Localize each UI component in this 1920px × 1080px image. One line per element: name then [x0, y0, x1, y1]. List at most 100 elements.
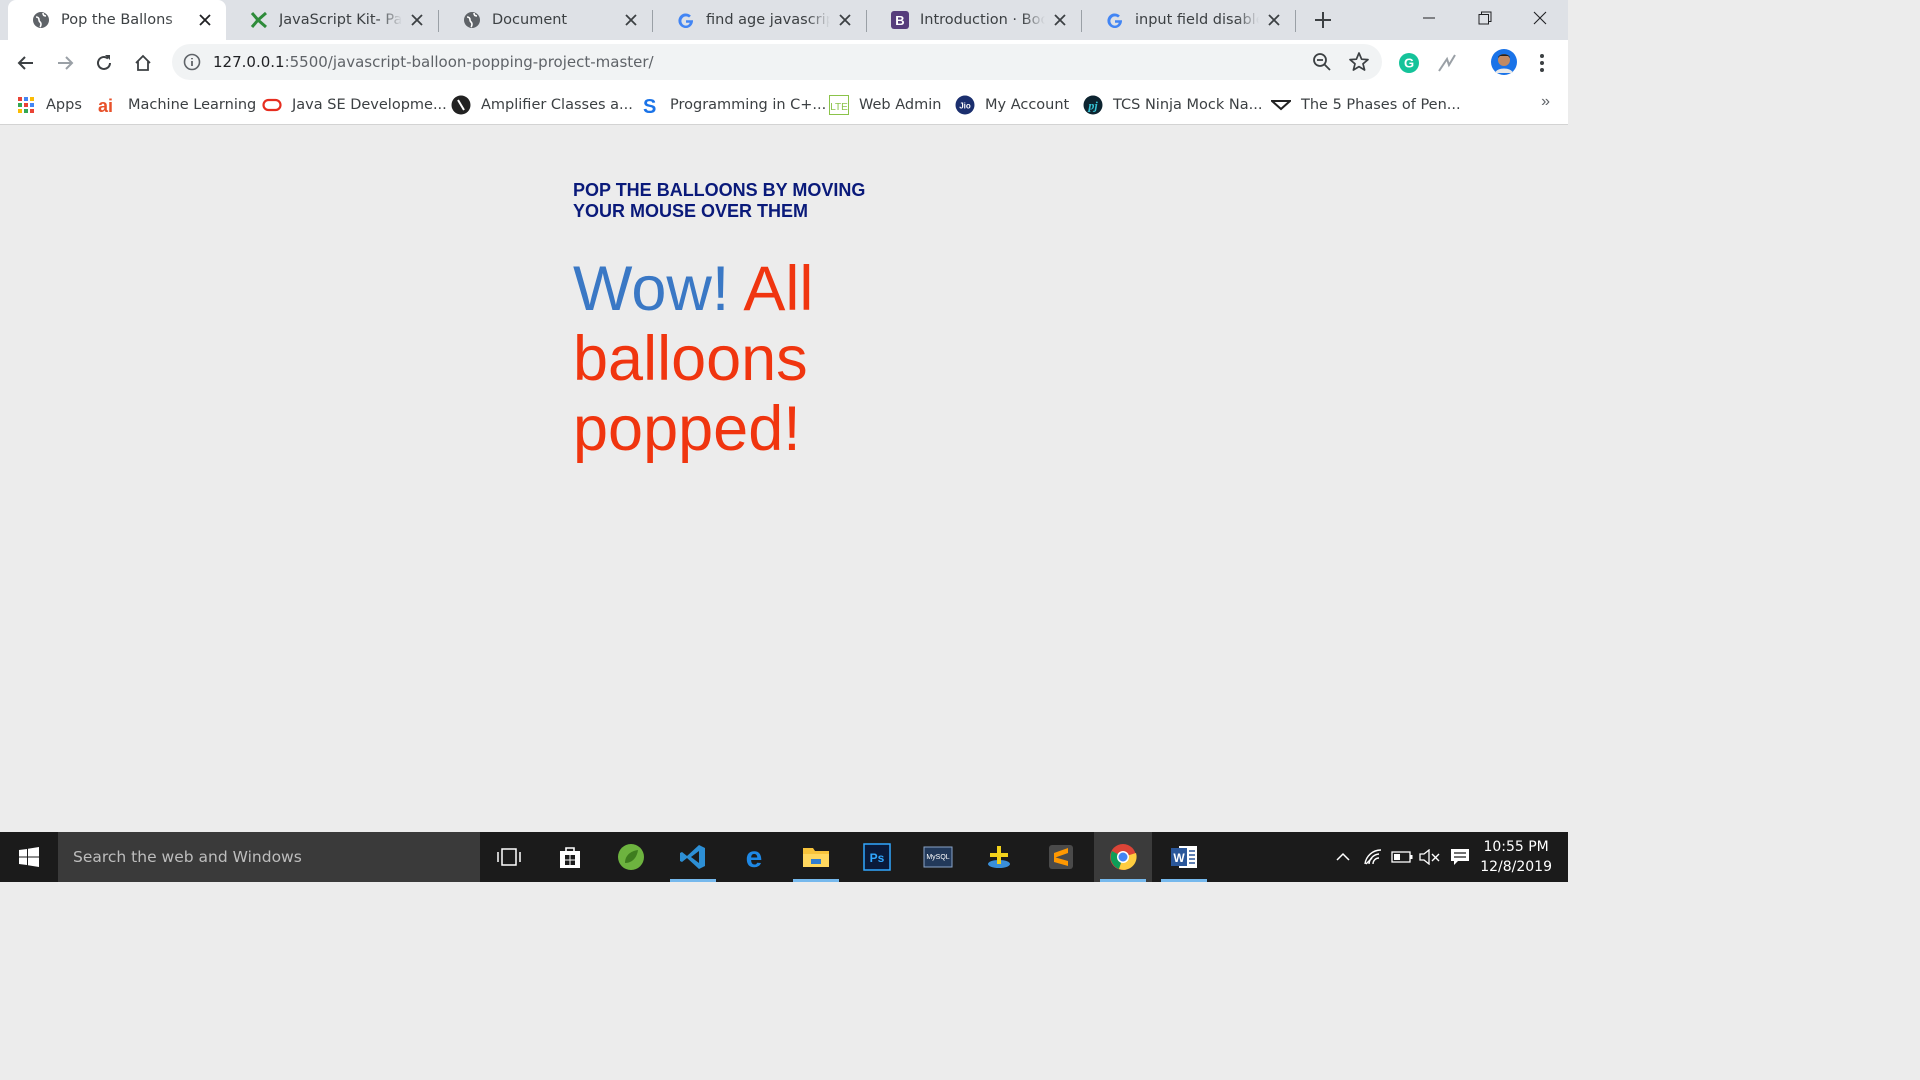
database-plus-icon [988, 846, 1010, 868]
bookmark-amplifier-classes[interactable]: Amplifier Classes a... [451, 93, 633, 117]
taskbar-search-box[interactable]: Search the web and Windows [58, 832, 480, 882]
sublime-icon [1049, 845, 1073, 869]
tab-document[interactable]: Document [439, 0, 652, 40]
photoshop-app[interactable]: Ps [848, 832, 906, 882]
s-icon: S [640, 95, 660, 115]
close-tab-icon[interactable] [836, 11, 854, 29]
restore-button[interactable] [1457, 0, 1513, 36]
mysql-app[interactable]: MySQL [909, 832, 967, 882]
chrome-menu-button[interactable] [1530, 51, 1554, 75]
svg-text:B: B [895, 13, 904, 28]
battery-tray-icon[interactable] [1389, 832, 1415, 882]
tab-javascript-kit[interactable]: JavaScript Kit- Passw [226, 0, 438, 40]
address-bar[interactable]: 127.0.0.1:5500/javascript-balloon-poppin… [172, 44, 1382, 80]
globe-icon [463, 11, 481, 29]
close-tab-icon[interactable] [1051, 11, 1069, 29]
close-window-button[interactable] [1512, 0, 1568, 36]
bookmark-label: Apps [46, 97, 82, 113]
sublime-text-app[interactable] [1032, 832, 1090, 882]
bookmark-phases-of-pen[interactable]: The 5 Phases of Pen... [1271, 93, 1461, 117]
extension-icon[interactable] [1435, 51, 1459, 75]
chrome-app[interactable] [1094, 832, 1152, 882]
task-view-button[interactable] [480, 832, 538, 882]
close-tab-icon[interactable] [408, 11, 426, 29]
back-button[interactable] [11, 48, 41, 78]
taskbar-clock[interactable]: 10:55 PM 12/8/2019 [1480, 837, 1552, 877]
google-icon [1106, 11, 1124, 29]
profile-avatar[interactable] [1490, 48, 1518, 76]
volume-tray-icon[interactable] [1417, 832, 1443, 882]
kebab-menu-icon [1540, 54, 1544, 72]
bootstrap-icon: B [891, 11, 909, 29]
svg-text:pj: pj [1087, 99, 1098, 113]
bookmark-machine-learning[interactable]: ai Machine Learning [98, 93, 256, 117]
jio-icon: Jio [955, 95, 975, 115]
svg-text:MySQL: MySQL [926, 854, 949, 861]
bookmark-my-account[interactable]: Jio My Account [955, 93, 1069, 117]
store-app[interactable] [541, 832, 599, 882]
instructions-heading: POP THE BALLOONS BY MOVING YOUR MOUSE OV… [573, 180, 866, 221]
windows-logo-icon [19, 847, 39, 867]
jskit-icon [250, 11, 268, 29]
network-tray-icon[interactable] [1360, 832, 1386, 882]
battery-icon [1391, 851, 1413, 863]
bookmarks-overflow-button[interactable]: » [1541, 93, 1550, 111]
bookmark-tcs-ninja[interactable]: pj TCS Ninja Mock Na... [1083, 93, 1262, 117]
tab-introduction-bootstrap[interactable]: B Introduction · Bootstr [867, 0, 1081, 40]
zoom-out-icon[interactable] [1312, 52, 1332, 72]
svg-text:Jio: Jio [959, 102, 971, 111]
minimize-icon [1423, 17, 1435, 19]
lte-icon: LTE [829, 95, 849, 115]
bookmark-apps[interactable]: Apps [16, 93, 82, 117]
bookmark-web-admin[interactable]: LTE Web Admin [829, 93, 941, 117]
start-button[interactable] [0, 832, 58, 882]
chevron-up-icon [1336, 852, 1350, 861]
action-center-button[interactable] [1447, 832, 1473, 882]
reload-button[interactable] [89, 48, 119, 78]
address-url[interactable]: 127.0.0.1:5500/javascript-balloon-poppin… [213, 53, 654, 71]
pj-icon: pj [1083, 95, 1103, 115]
bookmark-label: Java SE Developme... [292, 97, 447, 113]
bookmark-label: My Account [985, 97, 1070, 113]
bookmark-star-icon[interactable] [1348, 51, 1370, 73]
close-tab-icon[interactable] [196, 11, 214, 29]
edge-app[interactable]: e [725, 832, 783, 882]
close-tab-icon[interactable] [1265, 11, 1283, 29]
svg-text:Ps: Ps [870, 851, 885, 865]
database-app[interactable] [970, 832, 1028, 882]
volume-muted-icon [1419, 849, 1440, 865]
svg-text:S: S [643, 96, 656, 115]
search-placeholder: Search the web and Windows [73, 848, 302, 866]
tab-pop-the-ballons[interactable]: Pop the Ballons [8, 0, 226, 40]
info-icon [183, 53, 201, 71]
vscode-app[interactable] [664, 832, 722, 882]
show-hidden-icons-button[interactable] [1330, 832, 1356, 882]
chrome-icon [1110, 844, 1137, 870]
minimize-button[interactable] [1401, 0, 1457, 36]
phases-icon [1271, 95, 1291, 115]
word-icon: W [1171, 846, 1197, 868]
svg-text:W: W [1173, 851, 1185, 865]
forward-button[interactable] [50, 48, 80, 78]
ai-icon: ai [98, 95, 118, 115]
word-app[interactable]: W [1155, 832, 1213, 882]
tab-input-field-disable[interactable]: input field disable aft [1082, 0, 1295, 40]
tab-title: Pop the Ballons [61, 12, 173, 28]
file-explorer-app[interactable] [787, 832, 845, 882]
tab-find-age-javascript[interactable]: find age javascript - G [653, 0, 866, 40]
mysql-icon: MySQL [923, 846, 953, 868]
new-tab-button[interactable] [1311, 8, 1335, 32]
close-icon [1533, 11, 1547, 25]
bookmark-programming-cpp[interactable]: S Programming in C+... [640, 93, 826, 117]
bookmark-java-se[interactable]: Java SE Developme... [262, 93, 447, 117]
tab-title: find age javascript - G [706, 12, 830, 28]
wow-text: Wow! [573, 254, 730, 324]
url-host: 127.0.0.1 [213, 53, 285, 71]
home-button[interactable] [128, 48, 158, 78]
task-view-icon [497, 848, 521, 866]
tab-title: JavaScript Kit- Passw [279, 12, 402, 28]
vscode-icon [680, 845, 705, 869]
spring-tool-app[interactable] [602, 832, 660, 882]
grammarly-extension-icon[interactable]: G [1397, 51, 1421, 75]
close-tab-icon[interactable] [622, 11, 640, 29]
